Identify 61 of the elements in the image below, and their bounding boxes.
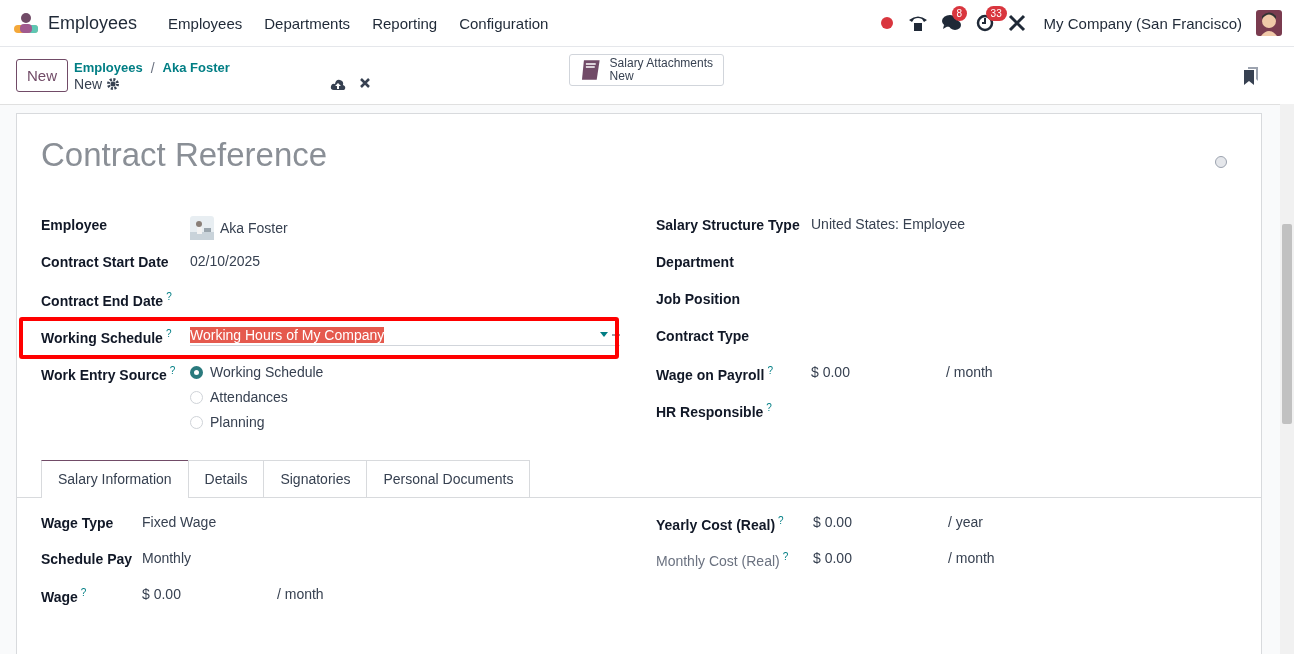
app-name[interactable]: Employees [48,12,138,34]
company-name[interactable]: My Company (San Francisco) [1043,14,1242,32]
unit-label: / month [947,550,995,566]
menu-item[interactable]: Configuration [448,8,560,38]
record-name: New [74,75,103,92]
tab[interactable]: Personal Documents [366,460,531,497]
field-value: 02/10/2025 [190,253,261,269]
field-label: Monthly Cost (Real) $^{?}$ [656,550,790,569]
field-label: Employee [41,216,109,233]
phone-icon[interactable] [907,14,928,32]
field-value: Monthly [142,550,192,566]
field-label: HR Responsible $^{?}$ [656,401,773,420]
close-icon[interactable] [359,78,370,88]
people-icon[interactable] [12,12,40,34]
settings-icon[interactable] [107,77,120,90]
salary-attachments-button[interactable]: Salary Attachments New [569,54,724,86]
book-icon [580,58,602,82]
count-badge: 8 [951,6,968,21]
field-label: Wage $^{?}$ [41,586,88,605]
scrollbar-thumb[interactable] [1282,224,1292,424]
working-schedule-select[interactable]: Working Hours of My Company [190,327,620,346]
field-label: Wage Type [41,514,115,531]
field-label: Schedule Pay [41,550,134,567]
amount-value: $ 0.00 [813,514,852,530]
unit-label: / month [276,586,324,602]
field-value: United States: Employee [811,216,966,232]
field-value: Fixed Wage [142,514,217,530]
cloud-upload-icon[interactable] [329,78,346,90]
field-label: Work Entry Source $^{?}$ [41,364,177,383]
breadcrumb-link[interactable]: Employees [74,59,143,76]
bookmark-icon[interactable] [1244,66,1258,85]
radio-option[interactable]: Working Schedule [190,364,324,380]
tab[interactable]: Salary Information [41,460,189,498]
avatar-icon[interactable] [1256,10,1282,36]
amount-value: $ 0.00 [811,364,850,380]
field-label: Wage on Payroll $^{?}$ [656,364,774,383]
record-dot-icon[interactable] [879,16,894,30]
radio-option[interactable]: Planning [190,414,324,430]
count-badge: 33 [985,6,1007,21]
field-label: Job Position [656,290,741,307]
unit-label: / month [945,364,993,380]
field-label: Working Schedule $^{?}$ [41,327,173,346]
employee-name[interactable]: Aka Foster [220,220,288,236]
amount-value: $ 0.00 [813,550,852,566]
field-label: Salary Structure Type [656,216,801,233]
breadcrumb-link[interactable]: Aka Foster [162,59,230,76]
menu-item[interactable]: Employees [157,8,254,38]
amount-value: $ 0.00 [142,586,181,602]
field-label: Contract Type [656,327,751,344]
field-label: Yearly Cost (Real) $^{?}$ [656,514,785,533]
unit-label: / year [947,514,983,530]
field-label: Contract End Date $^{?}$ [41,290,173,309]
new-button[interactable]: New [16,59,68,92]
dropdown-caret-icon[interactable] [600,331,620,339]
radio-option[interactable]: Attendances [190,389,324,405]
status-dot [1215,156,1227,168]
menu-item[interactable]: Reporting [361,8,449,38]
field-label: Department [656,253,735,270]
breadcrumb-separator: / [150,59,155,76]
menu-item[interactable]: Departments [253,8,362,38]
field-label: Contract Start Date [41,253,170,270]
